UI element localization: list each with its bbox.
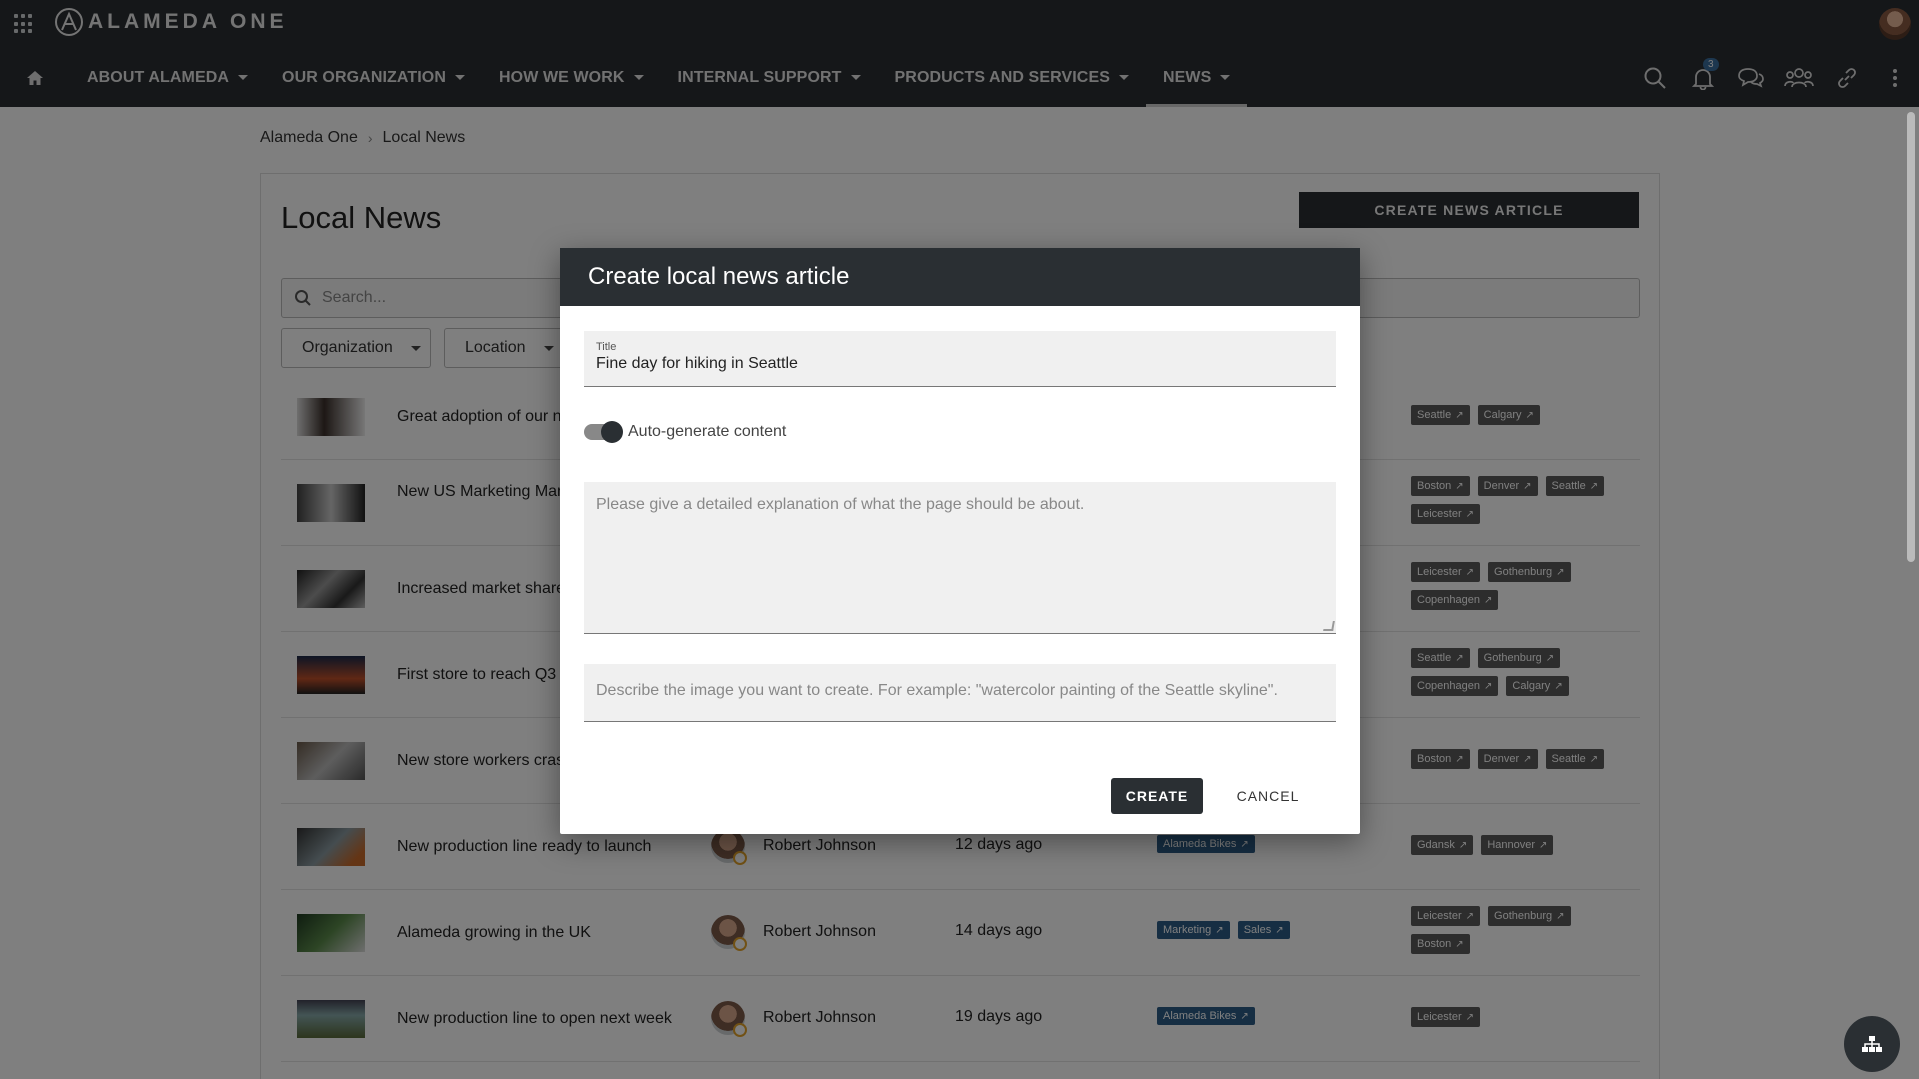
cancel-button[interactable]: CANCEL (1224, 778, 1312, 814)
auto-generate-toggle[interactable]: Auto-generate content (584, 421, 787, 443)
toggle-switch[interactable] (584, 421, 623, 443)
title-field[interactable]: Title Fine day for hiking in Seattle (584, 331, 1336, 387)
dialog-title: Create local news article (560, 248, 1360, 306)
sitemap-button[interactable] (1844, 1016, 1900, 1072)
create-article-dialog: Create local news article Title Fine day… (560, 248, 1360, 834)
content-description-textarea[interactable]: Please give a detailed explanation of wh… (584, 482, 1336, 634)
create-button[interactable]: CREATE (1111, 778, 1203, 814)
toggle-label: Auto-generate content (628, 423, 787, 440)
title-field-value: Fine day for hiking in Seattle (596, 355, 798, 372)
image-prompt-input[interactable]: Describe the image you want to create. F… (584, 664, 1336, 722)
sitemap-icon (1862, 1036, 1882, 1052)
title-field-label: Title (596, 341, 617, 353)
content-placeholder: Please give a detailed explanation of wh… (596, 496, 1085, 513)
image-prompt-placeholder: Describe the image you want to create. F… (596, 682, 1278, 699)
page-scrollbar[interactable] (1907, 112, 1915, 562)
resize-handle-icon[interactable] (1323, 621, 1335, 631)
